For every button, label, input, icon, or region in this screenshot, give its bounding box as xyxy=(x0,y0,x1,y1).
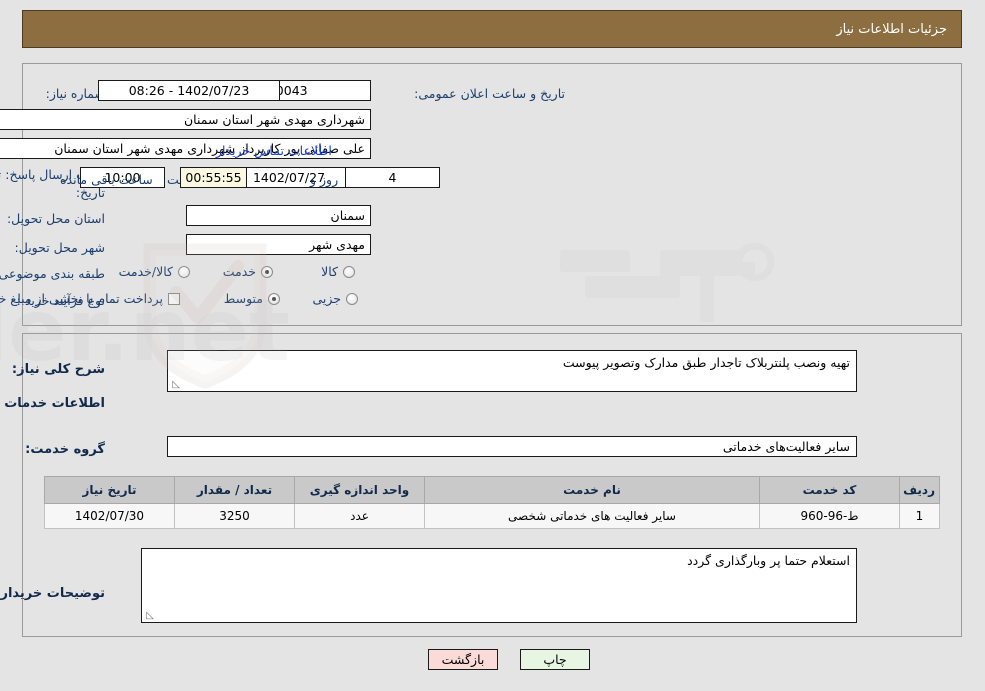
page-title: جزئیات اطلاعات نیاز xyxy=(836,21,947,37)
service-group-field[interactable]: سایر فعالیت‌های خدماتی xyxy=(167,436,857,457)
buyer-org-field[interactable]: شهرداری مهدی شهر استان سمنان xyxy=(0,109,371,130)
table-row: 1 ط-96-960 سایر فعالیت های خدماتی شخصی عدد 3… xyxy=(44,503,940,529)
table-cell: 1 xyxy=(899,503,940,529)
table-cell: عدد xyxy=(294,503,425,529)
radio-icon[interactable] xyxy=(178,265,190,278)
buyer-notes-label: توضیحات خریدار: xyxy=(0,586,105,601)
table-cell: 1402/07/30 xyxy=(44,503,175,529)
remaining-suffix-label: ساعت باقی مانده xyxy=(60,172,153,187)
treasury-bond-label: پرداخت تمام یا بخشی از مبلغ خرید،از محل … xyxy=(0,291,163,306)
category-option-label: خدمت xyxy=(222,264,256,279)
purchase-type-option-motavasset[interactable]: متوسط xyxy=(224,291,280,306)
city-label: شهر محل تحویل: xyxy=(14,240,105,255)
category-option-kala-khedmat[interactable]: کالا/خدمت xyxy=(119,264,190,279)
remaining-days-label: روز و xyxy=(310,172,339,187)
radio-icon[interactable] xyxy=(343,265,355,278)
remaining-days-field[interactable]: 4 xyxy=(345,167,440,188)
back-button[interactable]: بازگشت xyxy=(428,649,498,670)
resize-grip-icon[interactable]: ◺ xyxy=(144,611,154,621)
radio-icon[interactable] xyxy=(268,292,280,305)
description-textarea[interactable]: تهیه ونصب پلنتربلاک تاجدار طبق مدارک وتص… xyxy=(167,350,857,392)
table-column-header: نام خدمت xyxy=(424,476,760,504)
purchase-type-option-jozii[interactable]: جزیی xyxy=(312,291,358,306)
table-column-header: ردیف xyxy=(899,476,940,504)
table-column-header: تاریخ نیاز xyxy=(44,476,175,504)
province-label: استان محل تحویل: xyxy=(6,211,105,226)
services-table: ردیف کد خدمت نام خدمت واحد اندازه گیری تعداد… xyxy=(44,476,940,529)
radio-icon[interactable] xyxy=(346,292,358,305)
category-option-label: کالا xyxy=(321,264,338,279)
need-number-label: شماره نیاز: xyxy=(45,86,105,101)
buyer-notes-text: استعلام حتما پر وبارگذاری گردد xyxy=(687,553,850,568)
service-group-value: سایر فعالیت‌های خدماتی xyxy=(722,439,850,454)
province-field[interactable]: سمنان xyxy=(186,205,371,226)
announce-datetime-field[interactable]: 1402/07/23 - 08:26 xyxy=(98,80,280,101)
remaining-time-field: 00:55:55 xyxy=(180,167,247,188)
category-label: طبقه بندی موضوعی: xyxy=(0,266,105,281)
radio-icon[interactable] xyxy=(261,265,273,278)
checkbox-icon[interactable] xyxy=(168,292,180,305)
table-cell: 3250 xyxy=(174,503,295,529)
category-option-kala[interactable]: کالا xyxy=(321,264,355,279)
description-label: شرح کلی نیاز: xyxy=(11,362,105,377)
buyer-contact-link[interactable]: اطلاعات تماس خریدار xyxy=(216,143,332,158)
table-column-header: کد خدمت xyxy=(759,476,900,504)
services-section-title: اطلاعات خدمات مورد نیاز xyxy=(0,396,105,411)
need-info-panel xyxy=(22,63,962,326)
resize-grip-icon[interactable]: ◺ xyxy=(170,380,180,390)
table-header-row: ردیف کد خدمت نام خدمت واحد اندازه گیری تعداد… xyxy=(44,476,940,504)
page-header: جزئیات اطلاعات نیاز xyxy=(22,10,962,48)
city-field[interactable]: مهدی شهر xyxy=(186,234,371,255)
category-option-label: کالا/خدمت xyxy=(118,264,173,279)
buyer-notes-textarea[interactable]: استعلام حتما پر وبارگذاری گردد ◺ xyxy=(141,548,857,623)
treasury-bond-checkbox[interactable]: پرداخت تمام یا بخشی از مبلغ خرید،از محل … xyxy=(0,291,180,306)
table-column-header: واحد اندازه گیری xyxy=(294,476,425,504)
page-root: جزئیات اطلاعات نیاز شماره نیاز: 11020053… xyxy=(0,0,985,691)
print-button[interactable]: چاپ xyxy=(520,649,590,670)
category-option-khedmat[interactable]: خدمت xyxy=(223,264,273,279)
table-column-header: تعداد / مقدار xyxy=(174,476,295,504)
table-cell: ط-96-960 xyxy=(759,503,900,529)
purchase-type-option-label: جزیی xyxy=(312,291,341,306)
purchase-type-option-label: متوسط xyxy=(223,291,263,306)
announce-datetime-label: تاریخ و ساعت اعلان عمومی: xyxy=(414,86,565,101)
description-text: تهیه ونصب پلنتربلاک تاجدار طبق مدارک وتص… xyxy=(562,355,850,370)
service-group-label: گروه خدمت: xyxy=(25,442,105,457)
table-cell: سایر فعالیت های خدماتی شخصی xyxy=(424,503,760,529)
